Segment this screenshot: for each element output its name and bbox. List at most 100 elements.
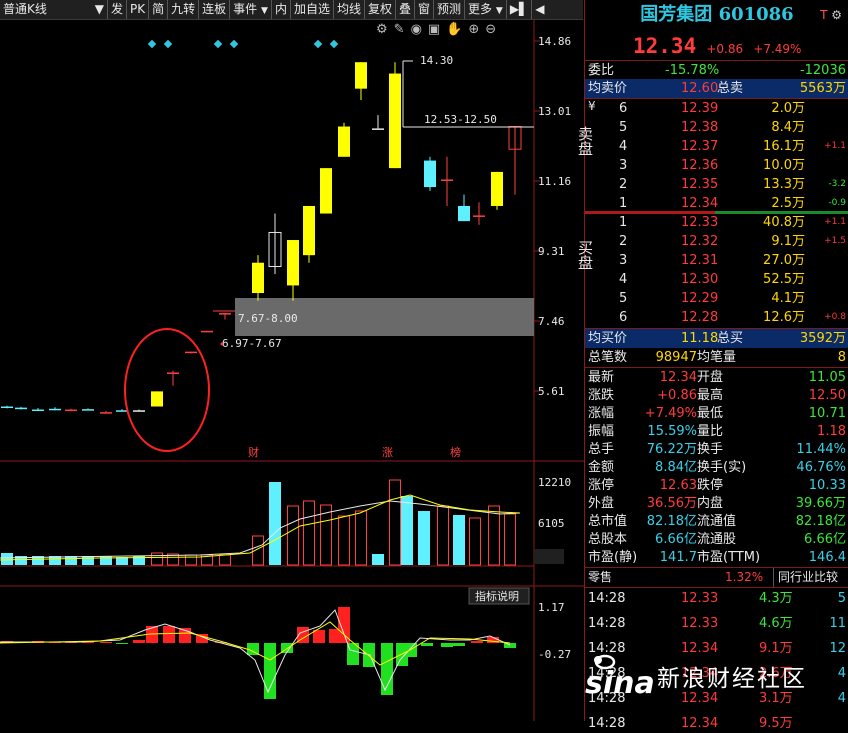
volume-unit-bg bbox=[534, 549, 564, 564]
tb-fa-button[interactable]: 发 bbox=[108, 0, 128, 19]
level-price: 12.32 bbox=[681, 234, 719, 249]
price-tick-label: 7.46 bbox=[538, 315, 565, 328]
tick-time: 14:28 bbox=[588, 616, 626, 631]
candle-body bbox=[49, 408, 61, 411]
volume-bar bbox=[401, 496, 413, 565]
stat-row: 最新 12.34 开盘 11.05 bbox=[585, 368, 848, 386]
level-num: 6 bbox=[619, 310, 628, 325]
tb-overlay-button[interactable]: 叠 bbox=[396, 0, 416, 19]
trades-label: 总笔数 bbox=[588, 350, 628, 365]
stat-label: 金额 bbox=[588, 460, 615, 475]
sell-level-row[interactable]: 2 12.35 13.3万 -3.2 bbox=[585, 175, 848, 194]
level-price: 12.33 bbox=[681, 215, 719, 230]
level-volume: 10.0万 bbox=[763, 158, 805, 173]
event-label: 涨 bbox=[382, 446, 393, 459]
sell-level-row[interactable]: 5 12.38 8.4万 bbox=[585, 118, 848, 137]
stat-row: 涨跌 +0.86 最高 12.50 bbox=[585, 386, 848, 404]
indicator-bar bbox=[116, 643, 128, 644]
title-icons: T ⚙ bbox=[820, 8, 842, 22]
gap-annotation: 6.97-7.67 bbox=[222, 337, 282, 350]
indicator-bar bbox=[405, 643, 417, 657]
zoom-in-icon[interactable]: ⊕ bbox=[468, 22, 485, 37]
buy-level-row[interactable]: 6 12.28 12.6万 +0.8 bbox=[585, 308, 848, 327]
tb-simple-button[interactable]: 简 bbox=[149, 0, 169, 19]
lock-icon[interactable]: ▣ bbox=[428, 22, 446, 37]
zoom-out-icon[interactable]: ⊖ bbox=[485, 22, 502, 37]
tb-ma-button[interactable]: 均线 bbox=[334, 0, 365, 19]
candle-body bbox=[133, 410, 145, 412]
tb-add-watch-button[interactable]: 加自选 bbox=[291, 0, 334, 19]
buy-level-row[interactable]: 5 12.29 4.1万 bbox=[585, 289, 848, 308]
indicator-bar bbox=[338, 607, 350, 643]
tb-event-button[interactable]: 事件 ▼ bbox=[230, 0, 272, 19]
stat-label: 流通值 bbox=[697, 514, 737, 529]
tb-adjust-button[interactable]: 复权 bbox=[365, 0, 396, 19]
avg-buy-row: 均买价 11.18 总买 3592万 bbox=[585, 329, 848, 348]
buy-side-label: 买盘 bbox=[576, 240, 594, 270]
sell-level-row[interactable]: 6 12.39 2.0万 bbox=[585, 99, 848, 118]
stat-value: 6.66亿 bbox=[655, 532, 697, 547]
candle-body bbox=[424, 160, 436, 188]
hand-icon[interactable]: ✋ bbox=[446, 22, 468, 37]
chart-type-select[interactable]: 普通K线 ▼ bbox=[0, 0, 108, 19]
tb-lianban-button[interactable]: 连板 bbox=[199, 0, 231, 19]
buy-level-row[interactable]: 4 12.30 52.5万 bbox=[585, 270, 848, 289]
stat-value: +0.86 bbox=[657, 388, 697, 403]
tag-icon[interactable]: T bbox=[820, 8, 827, 22]
stat-label: 换手 bbox=[697, 442, 724, 457]
sell-level-row[interactable]: 3 12.36 10.0万 bbox=[585, 156, 848, 175]
last-price: 12.34 bbox=[633, 34, 697, 58]
stat-value: 11.05 bbox=[808, 370, 846, 385]
sell-level-row[interactable]: 4 12.37 16.1万 +1.1 bbox=[585, 137, 848, 156]
chevron-down-icon: ▼ bbox=[495, 6, 503, 16]
stat-value: 15.59% bbox=[647, 424, 697, 439]
candle-body bbox=[389, 73, 401, 169]
tick-time: 14:28 bbox=[588, 716, 626, 731]
watermark-text: 新浪财经社区 bbox=[657, 666, 807, 692]
level-price: 12.38 bbox=[681, 120, 719, 135]
stat-label: 开盘 bbox=[697, 370, 724, 385]
buy-level-row[interactable]: 1 12.33 40.8万 +1.1 bbox=[585, 213, 848, 232]
avg-buy-label: 均买价 bbox=[588, 331, 628, 346]
level-delta: +1.1 bbox=[824, 141, 846, 151]
collapse-icon[interactable]: ◀ bbox=[532, 0, 547, 19]
stat-label: 最低 bbox=[697, 406, 724, 421]
stat-value: 12.63 bbox=[659, 478, 697, 493]
tb-jiuzhuan-button[interactable]: 九转 bbox=[168, 0, 200, 19]
tb-more-button[interactable]: 更多 ▼ bbox=[465, 0, 507, 19]
candle-body bbox=[185, 351, 197, 354]
level-price: 12.36 bbox=[681, 158, 719, 173]
stat-label: 总市值 bbox=[588, 514, 628, 529]
level-num: 6 bbox=[619, 101, 628, 116]
level-delta: +0.8 bbox=[824, 312, 846, 322]
pen-icon[interactable]: ✎ bbox=[394, 22, 411, 37]
stat-value: 6.66亿 bbox=[804, 532, 846, 547]
tab-retail[interactable]: 零售 bbox=[588, 568, 612, 587]
stat-label: 最高 bbox=[697, 388, 724, 403]
tab-industry-compare[interactable]: 同行业比较 bbox=[773, 568, 842, 587]
export-icon[interactable]: ▶▌ bbox=[507, 0, 533, 19]
volume-tick-label: 12210 bbox=[538, 476, 571, 489]
kline-chart[interactable]: 14.8613.0111.169.317.465.61122106105X100… bbox=[0, 0, 584, 721]
tb-window-button[interactable]: 窗 bbox=[415, 0, 435, 19]
stat-value: 12.34 bbox=[659, 370, 697, 385]
stat-label: 振幅 bbox=[588, 424, 615, 439]
level-price: 12.29 bbox=[681, 291, 719, 306]
candle-body bbox=[82, 409, 94, 411]
eye-icon[interactable]: ◉ bbox=[411, 22, 428, 37]
indicator-bar bbox=[421, 643, 433, 646]
stat-label: 总股本 bbox=[588, 532, 628, 547]
gear-icon[interactable]: ⚙ bbox=[831, 8, 842, 22]
sell-side-label: 卖盘 bbox=[576, 126, 594, 156]
tb-forecast-button[interactable]: 预测 bbox=[434, 0, 466, 19]
chart-tools: ⚙✎◉▣✋⊕⊖ bbox=[376, 22, 502, 37]
tb-pk-button[interactable]: PK bbox=[127, 0, 150, 19]
buy-level-row[interactable]: 3 12.31 27.0万 bbox=[585, 251, 848, 270]
stat-row: 振幅 15.59% 量比 1.18 bbox=[585, 422, 848, 440]
gear-icon[interactable]: ⚙ bbox=[376, 22, 394, 37]
indicator-tick-label: 1.17 bbox=[538, 601, 565, 614]
buy-level-row[interactable]: 2 12.32 9.1万 +1.5 bbox=[585, 232, 848, 251]
level-num: 5 bbox=[619, 291, 628, 306]
tb-inner-button[interactable]: 内 bbox=[272, 0, 291, 19]
candle-body bbox=[201, 330, 213, 333]
